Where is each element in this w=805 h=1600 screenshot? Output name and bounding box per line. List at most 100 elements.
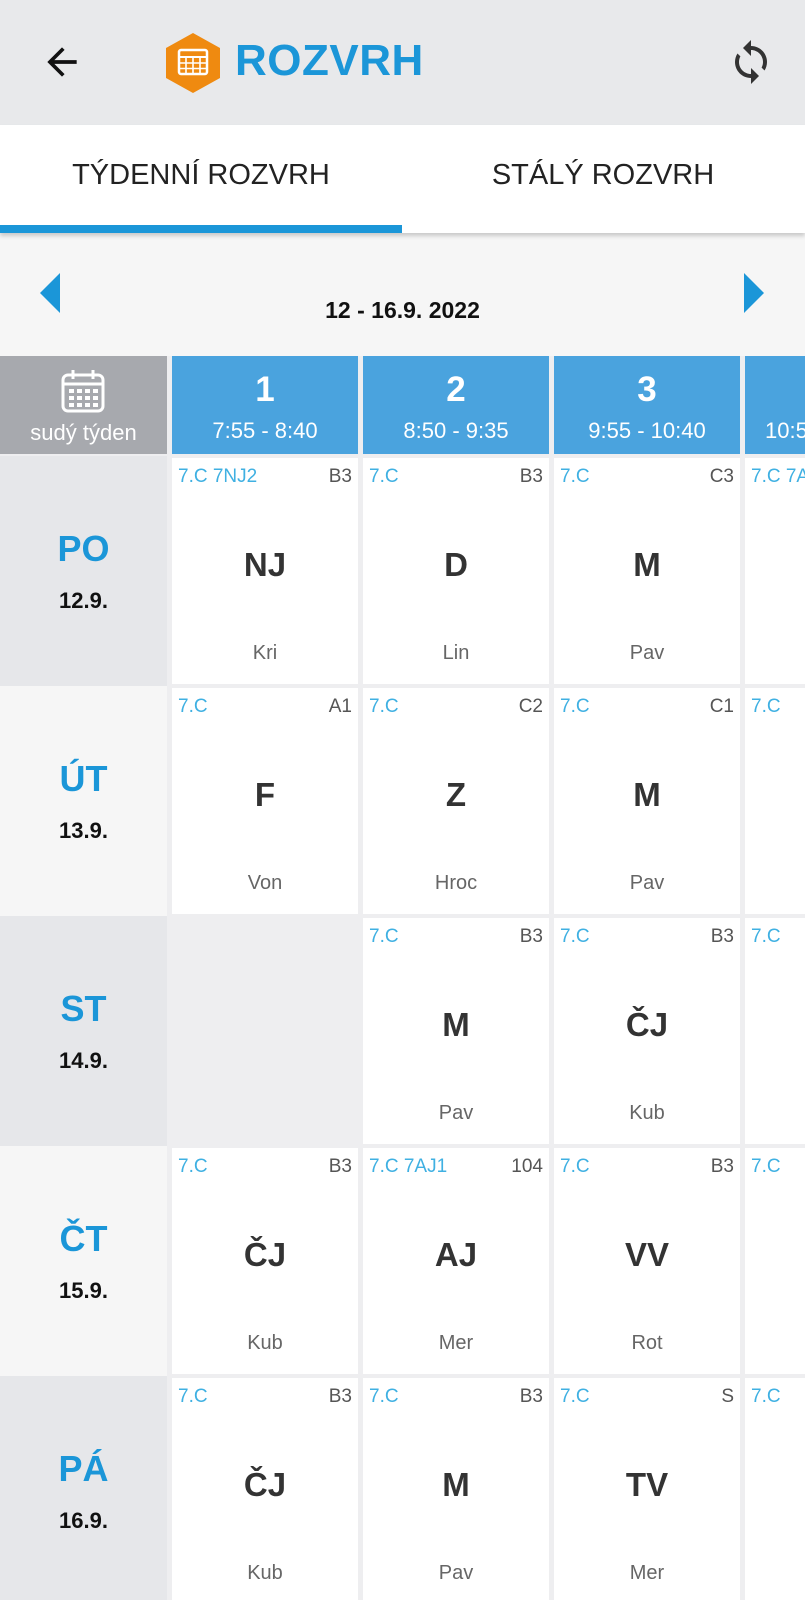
lesson-teacher: Pav bbox=[629, 872, 665, 894]
arrow-left-icon[interactable] bbox=[40, 40, 84, 84]
lesson-teacher: Kri bbox=[252, 642, 278, 664]
lesson-teacher: Lin bbox=[442, 642, 470, 664]
lesson-cell[interactable]: 7.C 7NJ2 B3 NJ Kri bbox=[172, 458, 358, 684]
lesson-teacher: Rot bbox=[631, 1332, 663, 1354]
lesson-cell[interactable]: 7.C bbox=[745, 688, 805, 914]
period-header[interactable]: 2 8:50 - 9:35 bbox=[363, 356, 549, 454]
lesson-cell[interactable]: 7.C C2 Z Hroc bbox=[363, 688, 549, 914]
day-date: 16.9. bbox=[59, 1508, 108, 1533]
day-abbreviation: ÚT bbox=[59, 758, 108, 799]
tab-permanent-schedule[interactable]: STÁLÝ ROZVRH bbox=[402, 125, 804, 233]
lesson-subject: F bbox=[254, 776, 276, 813]
lesson-cell[interactable]: 7.C bbox=[745, 1148, 805, 1374]
page-title: ROZVRH bbox=[235, 36, 424, 85]
lesson-teacher: Hroc bbox=[434, 872, 478, 894]
day-header: PÁ 16.9. bbox=[0, 1376, 167, 1600]
period-time: 10:5 bbox=[765, 418, 805, 443]
lesson-class: 7.C bbox=[751, 1156, 781, 1177]
lesson-room: B3 bbox=[519, 466, 543, 487]
tab-weekly-schedule[interactable]: TÝDENNÍ ROZVRH bbox=[0, 125, 402, 233]
period-header[interactable]: 10:5 bbox=[745, 356, 805, 454]
empty-slot bbox=[172, 918, 358, 1144]
lesson-cell[interactable]: 7.C bbox=[745, 918, 805, 1144]
lesson-class: 7.C bbox=[369, 696, 399, 717]
lesson-subject: M bbox=[633, 546, 661, 583]
period-header[interactable]: 3 9:55 - 10:40 bbox=[554, 356, 740, 454]
lesson-class: 7.C bbox=[560, 466, 590, 487]
refresh-icon[interactable] bbox=[727, 38, 775, 86]
day-date: 13.9. bbox=[59, 818, 108, 843]
lesson-cell[interactable]: 7.C 7A bbox=[745, 458, 805, 684]
tab-indicator bbox=[0, 225, 402, 233]
lesson-cell[interactable]: 7.C 7AJ1 104 AJ Mer bbox=[363, 1148, 549, 1374]
lesson-teacher: Pav bbox=[438, 1102, 474, 1124]
day-date: 14.9. bbox=[59, 1048, 108, 1073]
timetable-icon bbox=[166, 33, 220, 93]
day-date: 12.9. bbox=[59, 588, 108, 613]
lesson-room: B3 bbox=[519, 926, 543, 947]
lesson-subject: ČJ bbox=[243, 1236, 287, 1273]
lesson-class: 7.C bbox=[369, 926, 399, 947]
period-number: 2 bbox=[446, 370, 466, 409]
lesson-subject: VV bbox=[624, 1236, 670, 1273]
lesson-teacher: Mer bbox=[438, 1332, 474, 1354]
lesson-cell[interactable]: 7.C B3 VV Rot bbox=[554, 1148, 740, 1374]
lesson-cell[interactable]: 7.C S TV Mer bbox=[554, 1378, 740, 1600]
lesson-cell[interactable]: 7.C B3 ČJ Kub bbox=[554, 918, 740, 1144]
lesson-room: B3 bbox=[710, 1156, 734, 1177]
day-header: ÚT 13.9. bbox=[0, 686, 167, 916]
lesson-room: B3 bbox=[519, 1386, 543, 1407]
lesson-subject: Z bbox=[445, 776, 467, 813]
lesson-cell[interactable]: 7.C A1 F Von bbox=[172, 688, 358, 914]
lesson-room: S bbox=[721, 1386, 734, 1407]
lesson-room: 104 bbox=[511, 1156, 543, 1177]
lesson-cell[interactable]: 7.C C1 M Pav bbox=[554, 688, 740, 914]
lesson-subject: ČJ bbox=[625, 1006, 669, 1043]
lesson-class: 7.C bbox=[369, 466, 399, 487]
period-header[interactable]: 1 7:55 - 8:40 bbox=[172, 356, 358, 454]
lesson-class: 7.C bbox=[560, 1156, 590, 1177]
week-navigation: 12 - 16.9. 2022 bbox=[0, 233, 805, 356]
calendar-icon bbox=[61, 370, 105, 413]
lesson-cell[interactable]: 7.C B3 M Pav bbox=[363, 918, 549, 1144]
lesson-teacher: Kub bbox=[247, 1332, 283, 1354]
lesson-class: 7.C 7A bbox=[751, 466, 805, 487]
next-week-icon[interactable] bbox=[740, 271, 768, 315]
lesson-class: 7.C 7NJ2 bbox=[178, 466, 258, 487]
lesson-class: 7.C bbox=[751, 926, 781, 947]
lesson-subject: D bbox=[444, 546, 468, 583]
lesson-subject: TV bbox=[625, 1466, 669, 1503]
period-time: 7:55 - 8:40 bbox=[212, 418, 318, 443]
day-abbreviation: PO bbox=[57, 528, 110, 569]
lesson-cell[interactable]: 7.C bbox=[745, 1378, 805, 1600]
lesson-subject: M bbox=[442, 1466, 470, 1503]
lesson-room: C2 bbox=[518, 696, 543, 717]
lesson-teacher: Kub bbox=[247, 1562, 283, 1584]
lesson-cell[interactable]: 7.C B3 D Lin bbox=[363, 458, 549, 684]
lesson-room: C3 bbox=[709, 466, 734, 487]
day-header: PO 12.9. bbox=[0, 456, 167, 686]
lesson-subject: M bbox=[633, 776, 661, 813]
lesson-teacher: Pav bbox=[438, 1562, 474, 1584]
lesson-class: 7.C bbox=[560, 1386, 590, 1407]
lesson-teacher: Von bbox=[247, 872, 283, 894]
week-type-label: sudý týden bbox=[30, 420, 137, 445]
lesson-class: 7.C bbox=[560, 926, 590, 947]
period-time: 9:55 - 10:40 bbox=[588, 418, 706, 443]
day-date: 15.9. bbox=[59, 1278, 108, 1303]
lesson-cell[interactable]: 7.C B3 ČJ Kub bbox=[172, 1378, 358, 1600]
tab-bar: TÝDENNÍ ROZVRH STÁLÝ ROZVRH bbox=[0, 125, 805, 233]
lesson-subject: AJ bbox=[434, 1236, 478, 1273]
week-range-label: 12 - 16.9. 2022 bbox=[325, 297, 480, 323]
day-abbreviation: ST bbox=[60, 988, 107, 1029]
lesson-class: 7.C bbox=[369, 1386, 399, 1407]
lesson-room: B3 bbox=[710, 926, 734, 947]
lesson-class: 7.C bbox=[178, 1386, 208, 1407]
lesson-cell[interactable]: 7.C B3 M Pav bbox=[363, 1378, 549, 1600]
lesson-cell[interactable]: 7.C B3 ČJ Kub bbox=[172, 1148, 358, 1374]
week-type-button[interactable]: sudý týden bbox=[0, 356, 167, 454]
lesson-cell[interactable]: 7.C C3 M Pav bbox=[554, 458, 740, 684]
day-header: ST 14.9. bbox=[0, 916, 167, 1146]
day-abbreviation: PÁ bbox=[58, 1448, 109, 1489]
lesson-class: 7.C bbox=[751, 696, 781, 717]
